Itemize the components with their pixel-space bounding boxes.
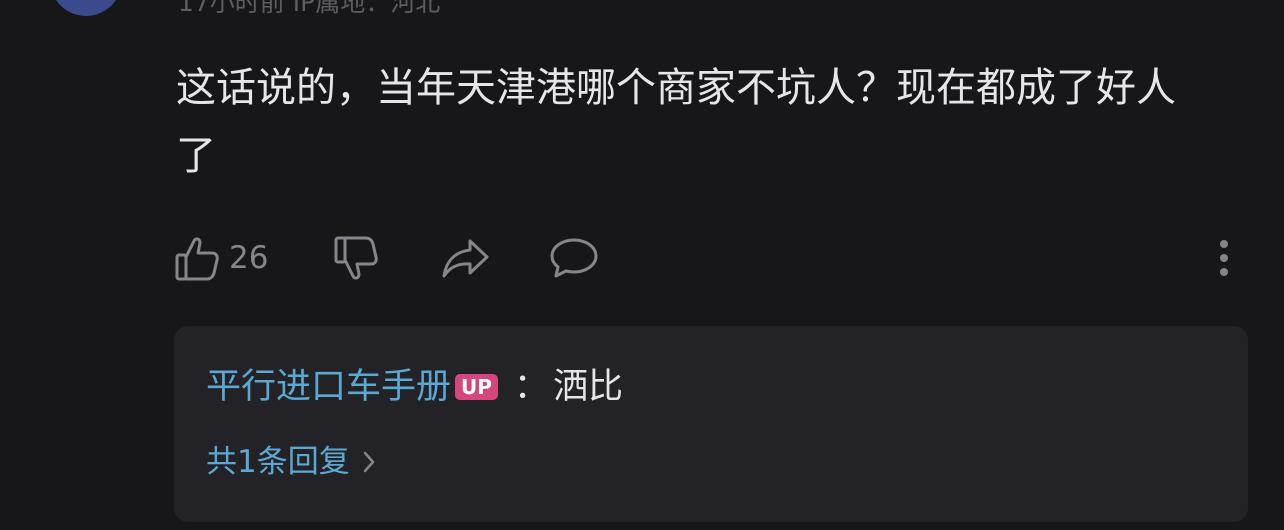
avatar[interactable]	[50, 0, 122, 16]
comment-text: 这话说的，当年天津港哪个商家不坑人？现在都成了好人了	[176, 65, 1176, 179]
comment-meta: 17小时前 IP属地：河北	[178, 0, 441, 17]
thumbs-down-icon	[334, 236, 378, 280]
reply-text: 洒比	[552, 367, 623, 407]
reply-colon: ：	[513, 367, 549, 407]
share-button[interactable]	[440, 236, 492, 280]
reply-author[interactable]: 平行进口车手册	[206, 360, 451, 414]
share-icon	[442, 239, 489, 278]
view-replies-link[interactable]: 共1条回复	[206, 442, 376, 482]
comment-icon	[550, 238, 598, 278]
more-options-button[interactable]	[1208, 236, 1240, 276]
up-badge: UP	[455, 374, 498, 400]
comment-actions: 26	[0, 230, 1284, 290]
view-replies-label: 共1条回复	[206, 444, 350, 480]
reply-item: 平行进口车手册 UP ： 洒比	[206, 360, 623, 414]
comment-screen: 17小时前 IP属地：河北 这话说的，当年天津港哪个商家不坑人？现在都成了好人了…	[0, 0, 1284, 530]
thumbs-up-icon	[175, 237, 219, 281]
dislike-button[interactable]	[332, 234, 380, 284]
reply-preview[interactable]: 平行进口车手册 UP ： 洒比 共1条回复	[174, 326, 1248, 522]
like-button[interactable]: 26	[173, 232, 268, 284]
chevron-right-icon	[363, 451, 374, 473]
like-count: 26	[229, 240, 269, 276]
reply-button[interactable]	[548, 236, 600, 280]
